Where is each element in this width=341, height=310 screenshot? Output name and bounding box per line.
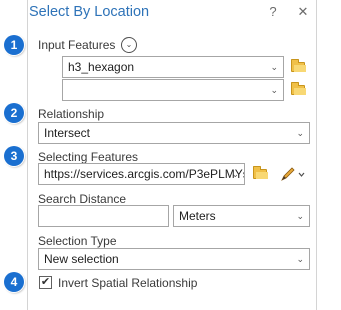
chevron-down-icon: ⌄ <box>231 169 239 179</box>
folder-icon[interactable] <box>251 164 271 184</box>
input-features-label: Input Features <box>38 38 116 52</box>
input-features-value-1: h3_hexagon <box>68 60 135 74</box>
selection-type-value: New selection <box>44 252 119 266</box>
selection-type-dropdown[interactable]: New selection ⌄ <box>38 248 310 270</box>
tool-title: Select By Location <box>29 4 150 20</box>
invert-label[interactable]: Invert Spatial Relationship <box>58 276 197 290</box>
step-badge-4: 4 <box>4 272 24 292</box>
help-icon[interactable]: ? <box>264 3 282 21</box>
selecting-features-label: Selecting Features <box>38 150 139 164</box>
folder-icon[interactable] <box>289 80 309 100</box>
input-features-dropdown-2[interactable]: ⌄ <box>62 79 284 101</box>
input-features-dropdown-1[interactable]: h3_hexagon ⌄ <box>62 56 284 78</box>
chevron-circle-icon[interactable]: ⌄ <box>121 37 137 53</box>
step-badge-2: 2 <box>4 103 24 123</box>
chevron-down-icon: ⌄ <box>296 128 304 138</box>
step-badge-3: 3 <box>4 146 24 166</box>
selection-type-label: Selection Type <box>38 234 117 248</box>
chevron-down-icon: ⌄ <box>270 85 278 95</box>
close-icon[interactable]: ✕ <box>294 3 312 21</box>
invert-checkbox[interactable]: ✔ <box>39 276 52 289</box>
step-badge-1: 1 <box>4 35 24 55</box>
chevron-down-icon: ⌄ <box>296 254 304 264</box>
relationship-dropdown[interactable]: Intersect ⌄ <box>38 122 310 144</box>
search-distance-label: Search Distance <box>38 192 127 206</box>
chevron-down-icon: ⌄ <box>296 211 304 221</box>
folder-icon[interactable] <box>289 57 309 77</box>
distance-unit-dropdown[interactable]: Meters ⌄ <box>173 205 310 227</box>
selecting-features-dropdown[interactable]: https://services.arcgis.com/P3ePLMYs2RVC… <box>38 163 245 185</box>
pencil-icon[interactable] <box>278 164 306 184</box>
selecting-features-value: https://services.arcgis.com/P3ePLMYs2RVC… <box>44 167 244 181</box>
relationship-value: Intersect <box>44 126 91 140</box>
distance-unit-value: Meters <box>179 209 216 223</box>
search-distance-input[interactable] <box>38 205 169 227</box>
chevron-down-icon: ⌄ <box>270 62 278 72</box>
relationship-label: Relationship <box>38 107 105 121</box>
